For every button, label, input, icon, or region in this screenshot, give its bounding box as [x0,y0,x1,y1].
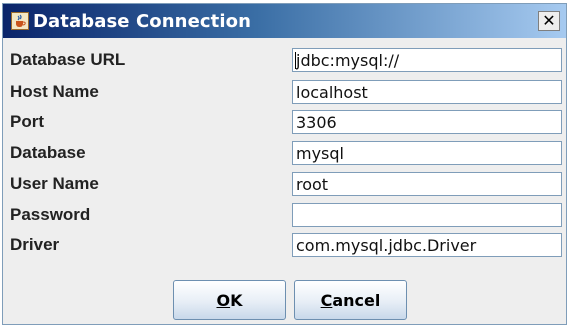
label-database: Database [10,143,86,162]
label-port: Port [10,112,44,131]
window-title: Database Connection [33,11,251,32]
cancel-label-rest: ancel [332,290,381,310]
close-button[interactable]: ✕ [538,11,560,31]
cancel-mnemonic: C [320,290,333,310]
title-bar[interactable]: Database Connection ✕ [3,4,566,38]
user-name-input[interactable] [293,173,561,195]
database-connection-dialog: Database Connection ✕ Database URL Host … [2,3,567,325]
database-url-field[interactable] [292,48,562,72]
label-database-url: Database URL [10,50,126,69]
label-driver: Driver [10,235,60,254]
label-password: Password [10,205,91,224]
user-name-field[interactable] [292,172,562,196]
database-url-input[interactable] [293,49,561,71]
port-field[interactable] [292,110,562,134]
ok-label-rest: K [230,290,243,310]
database-field[interactable] [292,141,562,165]
ok-mnemonic: O [216,290,231,310]
ok-button[interactable]: OK [173,280,286,320]
password-field[interactable] [292,203,562,227]
driver-input[interactable] [293,234,561,256]
cancel-button[interactable]: Cancel [294,280,407,320]
host-name-field[interactable] [292,80,562,104]
password-input[interactable] [293,204,561,226]
database-input[interactable] [293,142,561,164]
driver-field[interactable] [292,233,562,257]
label-host-name: Host Name [10,82,99,101]
close-icon: ✕ [542,11,556,30]
java-cup-icon [11,12,29,30]
label-user-name: User Name [10,174,99,193]
port-input[interactable] [293,111,561,133]
host-name-input[interactable] [293,81,561,103]
text-caret [295,52,296,69]
